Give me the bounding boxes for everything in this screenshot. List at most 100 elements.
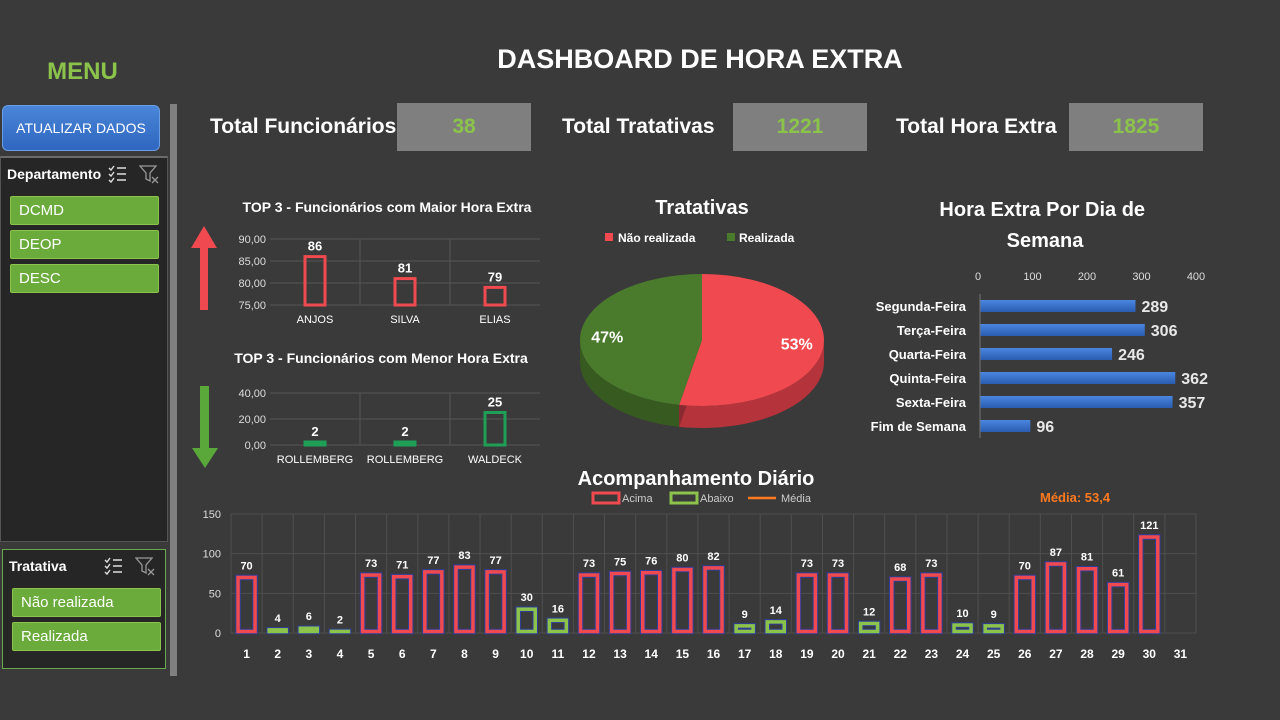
- bar: [483, 411, 507, 447]
- data-label: 73: [583, 558, 595, 570]
- bar-outline: [702, 565, 725, 635]
- bar-outline: [1075, 565, 1099, 635]
- data-label: 61: [1112, 568, 1124, 580]
- data-label: 30: [521, 592, 533, 604]
- y-tick-label: 50: [209, 588, 221, 600]
- x-tick-label: 30: [1143, 647, 1157, 661]
- data-label: 77: [489, 555, 501, 567]
- x-tick-label: ELIAS: [479, 314, 510, 326]
- data-label: 70: [1019, 560, 1031, 572]
- legend-swatch-acima: [591, 491, 621, 505]
- data-label: 289: [1142, 299, 1169, 316]
- x-tick-label: 11: [552, 647, 565, 661]
- bar-outline: [1044, 561, 1068, 635]
- bottom3-chart-title: TOP 3 - Funcionários com Menor Hora Extr…: [234, 350, 528, 366]
- bar-outline: [826, 572, 850, 635]
- data-label: 9: [742, 609, 748, 621]
- x-tick-label: ROLLEMBERG: [277, 454, 353, 466]
- bar: [980, 324, 1145, 336]
- data-label: 73: [801, 558, 813, 570]
- x-tick-label: 6: [399, 647, 406, 661]
- data-label: 80: [676, 553, 688, 565]
- data-label: 77: [427, 555, 439, 567]
- legend-label-nao-realizada: Não realizada: [618, 231, 696, 245]
- x-tick-label: 400: [1187, 271, 1205, 283]
- x-tick-label: 9: [492, 647, 499, 661]
- bar: [980, 348, 1113, 360]
- data-label: 246: [1118, 347, 1145, 364]
- data-label: 73: [925, 558, 937, 570]
- y-tick-label: Quarta-Feira: [889, 347, 967, 362]
- y-tick-label: Quinta-Feira: [889, 371, 966, 386]
- legend-label-realizada: Realizada: [739, 231, 795, 245]
- data-label: 4: [275, 613, 282, 625]
- bar-outline: [608, 570, 632, 635]
- bar-outline: [359, 572, 383, 635]
- x-tick-label: SILVA: [390, 314, 420, 326]
- data-label: 73: [832, 558, 844, 570]
- y-tick-label: Sexta-Feira: [896, 395, 967, 410]
- down-arrow-icon: [192, 386, 218, 468]
- x-tick-label: ROLLEMBERG: [367, 454, 443, 466]
- legend-label-abaixo: Abaixo: [700, 493, 734, 505]
- bar: [393, 440, 417, 447]
- x-tick-label: 300: [1132, 271, 1150, 283]
- data-label: 79: [488, 269, 502, 284]
- daily-chart: 1501005001702436425736717778839771030111…: [203, 509, 1197, 661]
- x-tick-label: 22: [894, 647, 908, 661]
- data-label: 73: [365, 558, 377, 570]
- daily-chart-title: Acompanhamento Diário: [578, 468, 815, 490]
- data-label: 6: [306, 611, 312, 623]
- data-label: 68: [894, 562, 906, 574]
- bar-outline: [1138, 534, 1161, 635]
- data-label: 121: [1140, 520, 1158, 532]
- x-tick-label: 10: [520, 647, 534, 661]
- legend-swatch-nao-realizada: [605, 233, 613, 241]
- x-tick-label: 26: [1018, 647, 1032, 661]
- x-tick-label: 1: [243, 647, 250, 661]
- x-tick-label: 2: [274, 647, 281, 661]
- y-tick-label: Terça-Feira: [897, 323, 967, 338]
- bar: [303, 255, 327, 307]
- data-label: 86: [308, 239, 322, 254]
- legend-label-acima: Acima: [622, 493, 653, 505]
- x-tick-label: 20: [831, 647, 845, 661]
- data-label: 10: [956, 608, 968, 620]
- y-tick-label: 20,00: [238, 414, 266, 426]
- x-tick-label: 5: [368, 647, 375, 661]
- data-label: 82: [707, 551, 719, 563]
- bar-outline: [390, 573, 414, 635]
- x-tick-label: 27: [1049, 647, 1063, 661]
- x-tick-label: 0: [975, 271, 981, 283]
- x-tick-label: 15: [676, 647, 690, 661]
- x-tick-label: 23: [925, 647, 939, 661]
- bar-outline: [795, 572, 819, 635]
- weekday-title-line1: Hora Extra Por Dia de: [939, 199, 1145, 221]
- pie-legend: Não realizada Realizada: [605, 231, 795, 245]
- x-tick-label: 24: [956, 647, 970, 661]
- data-label: 2: [401, 424, 408, 439]
- media-label: Média: 53,4: [1040, 490, 1111, 505]
- x-tick-label: 21: [862, 647, 876, 661]
- up-arrow-icon: [191, 226, 217, 310]
- data-label: 2: [337, 614, 343, 626]
- bar: [980, 396, 1173, 408]
- x-tick-label: 25: [987, 647, 1001, 661]
- bar-outline: [515, 606, 538, 635]
- x-tick-label: WALDECK: [468, 454, 523, 466]
- y-tick-label: 0: [215, 628, 221, 640]
- y-tick-label: 100: [203, 549, 221, 561]
- y-tick-label: 75,00: [238, 300, 266, 312]
- bar-outline: [453, 564, 476, 635]
- data-label: 87: [1050, 547, 1062, 559]
- x-tick-label: 4: [337, 647, 344, 661]
- pie-chart: 53% 47%: [579, 274, 824, 428]
- data-label: 357: [1179, 395, 1206, 412]
- weekday-title-line2: Semana: [1007, 230, 1085, 252]
- data-label: 362: [1181, 371, 1208, 388]
- x-tick-label: 29: [1111, 647, 1125, 661]
- weekday-chart-title: Hora Extra Por Dia de Semana: [939, 199, 1150, 252]
- data-label: 83: [458, 550, 470, 562]
- bottom3-chart: 40,00 20,00 0,00 2 ROLLEMBERG 2 ROLLEMBERG 25 WA…: [238, 388, 540, 466]
- x-tick-label: 16: [707, 647, 721, 661]
